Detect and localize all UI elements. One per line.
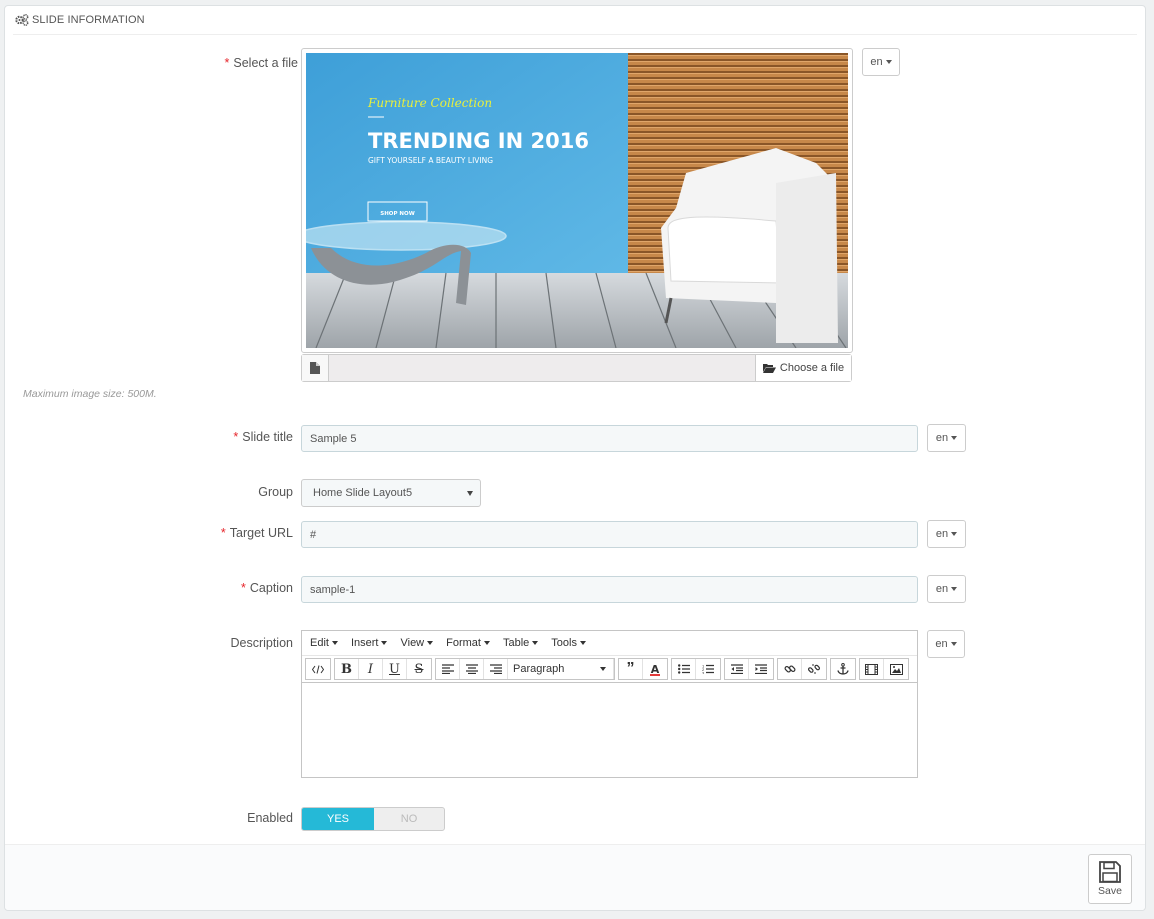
banner-image: Furniture Collection TRENDING IN 2016 GI…	[306, 53, 848, 348]
caret-down-icon	[331, 641, 338, 645]
slide-title-language-dropdown[interactable]: en	[927, 424, 966, 452]
file-icon-box	[302, 355, 329, 381]
enabled-yes-option[interactable]: YES	[302, 808, 374, 830]
source-code-icon[interactable]	[306, 659, 330, 679]
banner-script-title: Furniture Collection	[367, 96, 492, 110]
caret-down-icon	[951, 587, 958, 591]
caret-down-icon	[532, 641, 539, 645]
save-button[interactable]: Save	[1088, 854, 1132, 904]
block-format-select[interactable]: Paragraph	[508, 659, 614, 679]
banner-headline: TRENDING IN 2016	[368, 129, 589, 153]
menu-table[interactable]: Table	[503, 637, 539, 649]
indent-icon[interactable]	[749, 659, 773, 679]
group-select[interactable]: Home Slide Layout5	[301, 479, 481, 507]
image-icon[interactable]	[884, 659, 908, 679]
enabled-label: Enabled	[247, 811, 293, 825]
caption-input[interactable]: sample-1	[301, 576, 918, 603]
caret-down-icon	[951, 532, 958, 536]
caret-down-icon	[951, 436, 958, 440]
underline-icon[interactable]: U	[383, 659, 407, 679]
target-url-input[interactable]: #	[301, 521, 918, 548]
caret-down-icon	[483, 641, 490, 645]
caption-language-dropdown[interactable]: en	[927, 575, 966, 603]
blockquote-icon[interactable]: ”	[619, 659, 643, 679]
banner-cta: SHOP NOW	[380, 211, 415, 217]
anchor-icon[interactable]	[831, 659, 855, 679]
caret-down-icon	[950, 642, 957, 646]
unlink-icon[interactable]	[802, 659, 826, 679]
caret-down-icon	[885, 60, 892, 64]
italic-icon[interactable]: I	[359, 659, 383, 679]
description-label: Description	[230, 636, 293, 650]
select-arrow-icon	[467, 491, 473, 496]
slide-title-input[interactable]: Sample 5	[301, 425, 918, 452]
banner-subline: GIFT YOURSELF A BEAUTY LIVING	[368, 156, 493, 165]
text-color-icon[interactable]: A	[643, 659, 667, 679]
bullet-list-icon[interactable]	[672, 659, 696, 679]
menu-format[interactable]: Format	[446, 637, 490, 649]
panel-title: SLIDE INFORMATION	[32, 14, 145, 26]
align-right-icon[interactable]	[484, 659, 508, 679]
target-url-label: * Target URL	[220, 526, 293, 540]
menu-insert[interactable]: Insert	[351, 637, 388, 649]
align-center-icon[interactable]	[460, 659, 484, 679]
caret-down-icon	[381, 641, 388, 645]
enabled-no-option[interactable]: NO	[374, 808, 444, 830]
bold-icon[interactable]: B	[335, 659, 359, 679]
editor-menubar: Edit Insert View Format Table Tools	[302, 631, 917, 656]
caret-down-icon	[600, 667, 606, 671]
caret-down-icon	[427, 641, 434, 645]
strikethrough-icon[interactable]: S	[407, 659, 431, 679]
select-file-label: * Select a file	[224, 56, 299, 70]
outdent-icon[interactable]	[725, 659, 749, 679]
editor-content-area[interactable]	[302, 683, 917, 777]
numbered-list-icon[interactable]: 123	[696, 659, 720, 679]
align-left-icon[interactable]	[436, 659, 460, 679]
enabled-toggle[interactable]: YES NO	[301, 807, 445, 831]
gears-icon	[15, 14, 29, 26]
menu-view[interactable]: View	[400, 637, 434, 649]
panel-heading: SLIDE INFORMATION	[13, 6, 1137, 35]
floppy-disk-icon	[1099, 861, 1121, 883]
file-name-field[interactable]	[329, 355, 755, 381]
max-image-size-help: Maximum image size: 500M.	[23, 388, 157, 400]
slide-image-preview: Furniture Collection TRENDING IN 2016 GI…	[301, 48, 853, 353]
file-language-dropdown[interactable]: en	[862, 48, 900, 76]
panel-footer: Save	[5, 844, 1145, 910]
slide-title-label: * Slide title	[233, 430, 293, 444]
group-label: Group	[258, 485, 293, 499]
caption-label: * Caption	[241, 581, 293, 595]
editor-toolbar: B I U S Paragraph ” A 1 2 3	[302, 656, 917, 683]
folder-open-icon	[762, 364, 776, 373]
menu-edit[interactable]: Edit	[310, 637, 338, 649]
description-rich-text-editor: Edit Insert View Format Table Tools B I …	[301, 630, 918, 778]
target-url-language-dropdown[interactable]: en	[927, 520, 966, 548]
menu-tools[interactable]: Tools	[551, 637, 586, 649]
file-icon	[310, 362, 320, 374]
media-icon[interactable]	[860, 659, 884, 679]
caret-down-icon	[579, 641, 586, 645]
svg-text:3: 3	[702, 671, 705, 675]
file-upload-row: Choose a file	[301, 354, 852, 382]
choose-file-button[interactable]: Choose a file	[755, 355, 851, 381]
link-icon[interactable]	[778, 659, 802, 679]
description-language-dropdown[interactable]: en	[927, 630, 965, 658]
